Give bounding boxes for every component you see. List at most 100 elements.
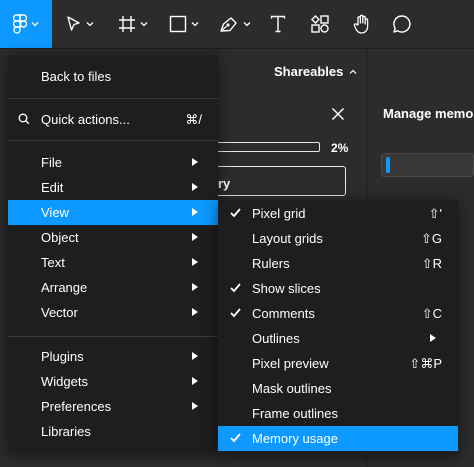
frame-tool-button[interactable] <box>112 0 154 48</box>
menu-item-label: Quick actions... <box>41 112 130 127</box>
menu-item-frame-outlines[interactable]: Frame outlines <box>218 401 458 426</box>
chevron-down-icon <box>86 22 94 27</box>
menu-item-label: Widgets <box>41 374 88 389</box>
menu-item-rulers[interactable]: Rulers ⇧R <box>218 251 458 276</box>
dialog-close-button[interactable] <box>331 107 345 124</box>
menu-item-shortcut: ⇧⌘P <box>409 355 442 371</box>
chevron-right-icon <box>430 334 436 342</box>
menu-item-label: Frame outlines <box>252 406 338 421</box>
chevron-right-icon <box>192 377 198 385</box>
chevron-down-icon <box>191 22 199 27</box>
chevron-right-icon <box>192 183 198 191</box>
menu-item-quick-actions[interactable]: Quick actions... ⌘/ <box>8 107 218 132</box>
chevron-right-icon <box>192 402 198 410</box>
menu-item-label: Pixel preview <box>252 356 329 371</box>
menu-item-label: Object <box>41 230 79 245</box>
menu-item-label: Memory usage <box>252 431 338 446</box>
figma-logo-icon <box>13 14 27 34</box>
toolbar <box>0 0 474 49</box>
dialog-field <box>212 166 346 196</box>
move-tool-button[interactable] <box>60 0 100 48</box>
menu-item-comments[interactable]: Comments ⇧C <box>218 301 458 326</box>
main-menu-button[interactable] <box>0 0 52 48</box>
menu-item-label: Comments <box>252 306 315 321</box>
pen-icon <box>220 17 237 32</box>
dialog-field-text: ry <box>218 176 231 191</box>
menu-item-mask-outlines[interactable]: Mask outlines <box>218 376 458 401</box>
chevron-right-icon <box>192 308 198 316</box>
menu-item-label: Outlines <box>252 331 300 346</box>
view-submenu: Pixel grid ⇧' Layout grids ⇧G Rulers ⇧R Show s… <box>218 200 458 455</box>
chevron-right-icon <box>192 352 198 360</box>
menu-item-label: Rulers <box>252 256 290 271</box>
menu-divider <box>8 336 218 337</box>
menu-item-arrange[interactable]: Arrange <box>8 275 218 300</box>
menu-item-shortcut: ⇧C <box>421 305 442 321</box>
menu-item-vector[interactable]: Vector <box>8 300 218 325</box>
search-icon <box>18 113 30 125</box>
chevron-down-icon <box>243 22 251 27</box>
checkmark-icon <box>230 283 241 293</box>
comment-tool-button[interactable] <box>389 0 415 48</box>
menu-item-label: Back to files <box>41 69 112 84</box>
text-icon <box>270 15 286 33</box>
menu-item-label: File <box>41 155 62 170</box>
menu-item-shortcut: ⇧' <box>428 205 442 221</box>
chevron-up-icon <box>349 69 357 74</box>
menu-divider <box>8 98 218 99</box>
menu-item-edit[interactable]: Edit <box>8 175 218 200</box>
rectangle-icon <box>169 15 187 33</box>
hand-icon <box>353 14 369 34</box>
checkmark-icon <box>230 433 241 443</box>
menu-item-label: Libraries <box>41 424 91 439</box>
menu-item-back-to-files[interactable]: Back to files <box>8 64 218 89</box>
shareables-dropdown[interactable]: Shareables <box>274 64 357 79</box>
menu-item-shortcut: ⇧G <box>420 230 442 246</box>
menu-item-file[interactable]: File <box>8 150 218 175</box>
menu-item-label: Arrange <box>41 280 88 295</box>
hand-tool-button[interactable] <box>348 0 376 48</box>
menu-item-label: Mask outlines <box>252 381 332 396</box>
menu-item-label: Plugins <box>41 349 84 364</box>
move-cursor-icon <box>67 16 80 31</box>
checkmark-icon <box>230 208 241 218</box>
comment-icon <box>393 15 411 33</box>
menu-item-label: Show slices <box>252 281 321 296</box>
progress-percent: 2% <box>331 141 349 155</box>
checkmark-icon <box>230 308 241 318</box>
menu-item-shortcut: ⇧R <box>421 255 442 271</box>
menu-item-pixel-preview[interactable]: Pixel preview ⇧⌘P <box>218 351 458 376</box>
menu-item-preferences[interactable]: Preferences <box>8 394 218 419</box>
menu-item-pixel-grid[interactable]: Pixel grid ⇧' <box>218 201 458 226</box>
close-icon <box>331 107 345 121</box>
menu-item-outlines[interactable]: Outlines <box>218 326 458 351</box>
shareables-label: Shareables <box>274 64 344 79</box>
menu-item-shortcut: ⌘/ <box>185 111 202 127</box>
shape-tool-button[interactable] <box>164 0 204 48</box>
chevron-right-icon <box>192 158 198 166</box>
menu-item-libraries[interactable]: Libraries <box>8 419 218 444</box>
resources-icon <box>311 15 329 33</box>
menu-item-label: Pixel grid <box>252 206 306 221</box>
menu-divider <box>8 140 218 141</box>
chevron-down-icon <box>31 22 39 27</box>
pen-tool-button[interactable] <box>214 0 256 48</box>
text-tool-button[interactable] <box>264 0 292 48</box>
memory-usage-fill <box>386 157 390 173</box>
menu-item-plugins[interactable]: Plugins <box>8 344 218 369</box>
frame-icon <box>119 16 135 32</box>
menu-item-widgets[interactable]: Widgets <box>8 369 218 394</box>
menu-item-object[interactable]: Object <box>8 225 218 250</box>
manage-memory-title: Manage memory <box>383 106 474 121</box>
menu-item-label: Layout grids <box>252 231 323 246</box>
menu-item-text[interactable]: Text <box>8 250 218 275</box>
menu-item-view[interactable]: View <box>8 200 218 225</box>
chevron-right-icon <box>192 233 198 241</box>
menu-item-label: Preferences <box>41 399 112 414</box>
resources-button[interactable] <box>306 0 334 48</box>
menu-item-label: Text <box>41 255 65 270</box>
menu-item-memory-usage[interactable]: Memory usage <box>218 426 458 451</box>
memory-usage-bar <box>381 153 474 177</box>
menu-item-show-slices[interactable]: Show slices <box>218 276 458 301</box>
menu-item-layout-grids[interactable]: Layout grids ⇧G <box>218 226 458 251</box>
